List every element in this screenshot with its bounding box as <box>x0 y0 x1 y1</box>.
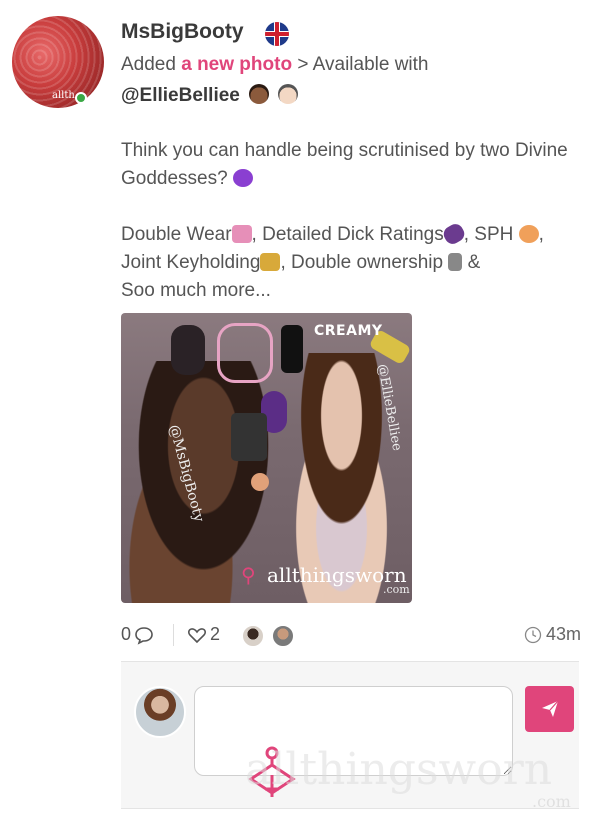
post-body: Think you can handle being scrutinised b… <box>121 137 581 333</box>
likes-stat[interactable]: 2 <box>187 624 220 645</box>
photo-watermark-com: .com <box>383 583 410 596</box>
post-photo[interactable]: CREAMY @MsBigBooty @EllieBelliee ⚲ allth… <box>121 313 412 603</box>
activity-prefix: Added <box>121 54 176 75</box>
avatar-watermark: allth <box>52 90 75 101</box>
body-line1: Think you can handle being scrutinised b… <box>121 140 568 189</box>
post-stats: 0 2 43m <box>121 624 581 648</box>
body-ownership: , Double ownership <box>280 252 444 273</box>
bikini-icon <box>231 225 252 243</box>
body-dick-ratings: , Detailed Dick Ratings <box>251 224 444 245</box>
avatar[interactable]: allth <box>12 16 104 108</box>
sticker-peach <box>251 473 269 491</box>
liker-avatar-1[interactable] <box>241 624 265 648</box>
likes-count: 2 <box>210 624 221 644</box>
kneeling-person-icon <box>448 253 463 271</box>
liker-avatar-2[interactable] <box>271 624 295 648</box>
body-paragraph-1: Think you can handle being scrutinised b… <box>121 137 581 193</box>
heart-icon <box>188 627 206 643</box>
sticker-bikini <box>217 323 273 383</box>
site-watermark: allthingsworn <box>245 744 553 795</box>
lock-key-icon <box>260 253 281 271</box>
current-user-avatar <box>134 686 186 738</box>
crowned-woman-dark-icon <box>249 84 270 104</box>
bottom-separator <box>121 808 579 809</box>
activity-suffix: > Available with <box>297 54 429 75</box>
pinching-hand-icon <box>518 225 539 243</box>
mention-link[interactable]: @EllieBelliee <box>121 85 240 106</box>
devil-icon <box>232 169 253 187</box>
crowned-woman-light-icon <box>278 84 299 104</box>
body-double-wear: Double Wear <box>121 224 232 245</box>
paper-plane-icon <box>541 700 558 717</box>
uk-flag-icon <box>265 22 289 46</box>
comment-icon <box>135 626 153 645</box>
sticker-boot <box>281 325 303 373</box>
hanger-logo-icon: ⚲ <box>241 565 256 587</box>
post-time: 43m <box>524 624 581 645</box>
username[interactable]: MsBigBooty <box>121 20 244 44</box>
mention-line: @EllieBelliee <box>121 84 299 107</box>
clock-icon <box>524 626 542 643</box>
sticker-phone <box>231 413 267 461</box>
body-paragraph-2: Double Wear, Detailed Dick Ratings, SPH … <box>121 221 581 305</box>
send-button[interactable] <box>525 686 574 732</box>
comments-stat[interactable]: 0 <box>121 624 154 645</box>
sticker-creamy-text: CREAMY <box>314 323 383 339</box>
activity-line: Added a new photo > Available with <box>121 54 429 76</box>
body-and: & <box>462 252 481 273</box>
new-photo-link[interactable]: a new photo <box>181 54 292 75</box>
comments-count: 0 <box>121 624 132 644</box>
stats-divider <box>173 624 174 646</box>
sticker-figure <box>171 325 205 375</box>
time-ago: 43m <box>545 624 581 644</box>
online-status-indicator <box>75 92 87 104</box>
body-more: Soo much more... <box>121 280 271 301</box>
body-sph: , SPH <box>463 224 514 245</box>
